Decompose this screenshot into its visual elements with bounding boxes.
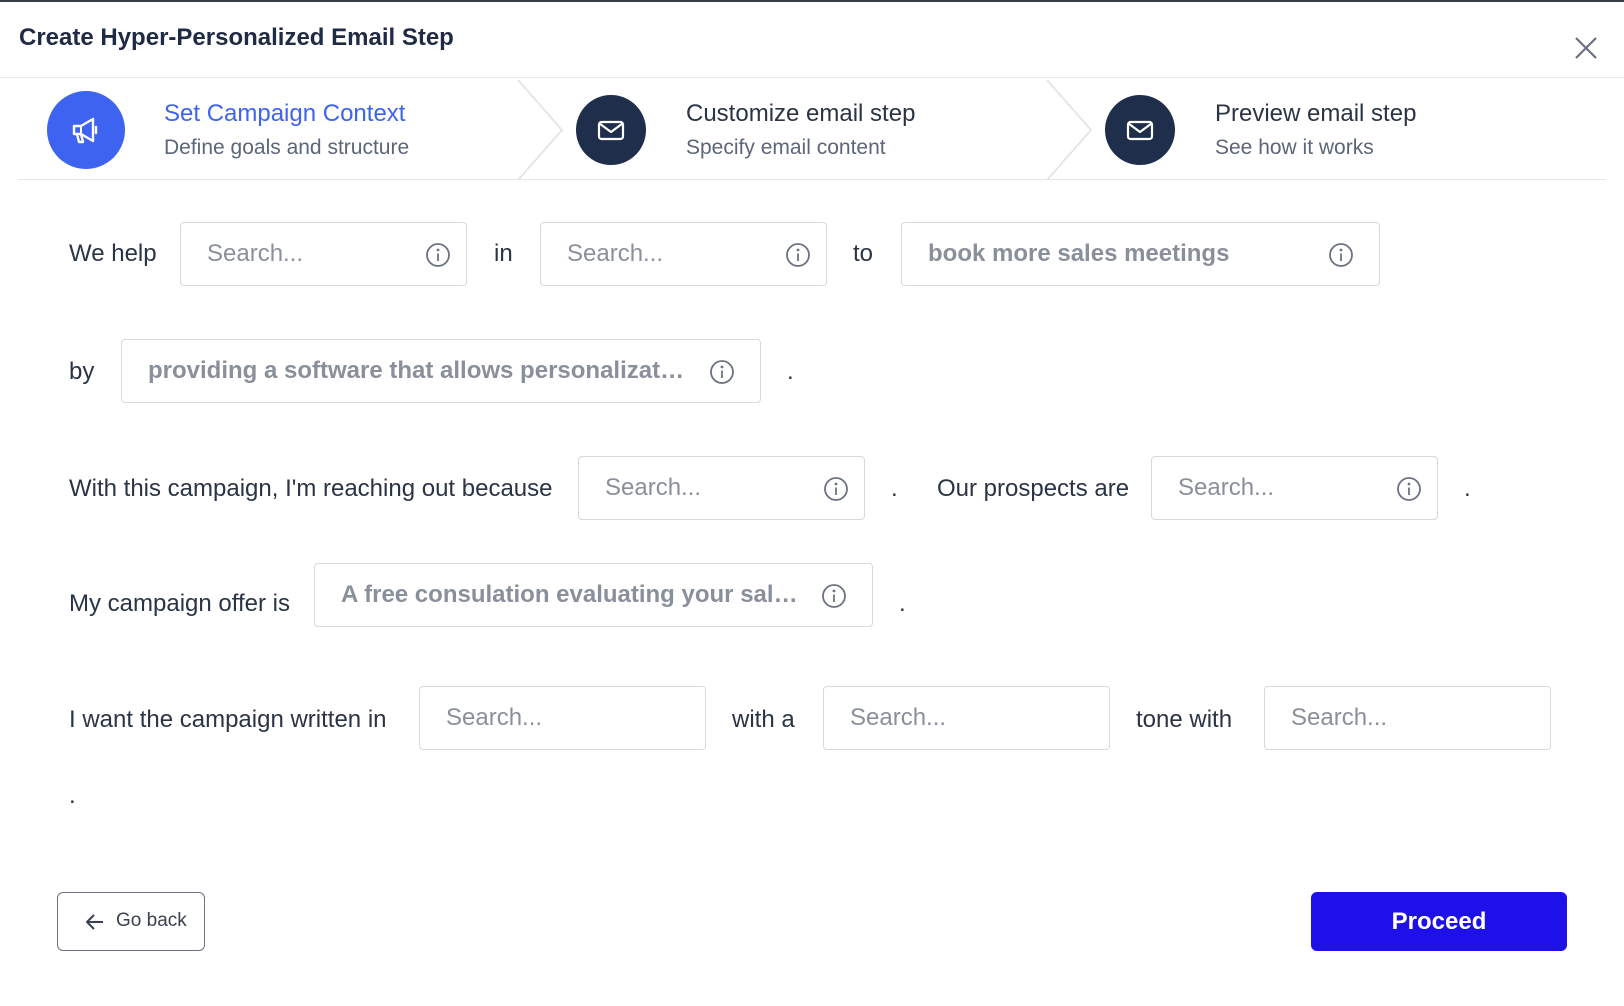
goal-value: book more sales meetings [928, 240, 1230, 267]
offer-input[interactable]: A free consulation evaluating your sale… [314, 563, 873, 627]
close-icon[interactable] [1572, 34, 1600, 62]
style-placeholder: Search... [1291, 704, 1388, 731]
industry-search-input[interactable]: Search... [540, 222, 827, 286]
prospects-search-input[interactable]: Search... [1151, 456, 1438, 520]
industry-placeholder: Search... [567, 240, 664, 267]
modal-header: Create Hyper-Personalized Email Step [0, 2, 1624, 78]
info-icon[interactable] [823, 476, 849, 502]
step-2-title: Customize email step [686, 100, 916, 127]
to-label: to [853, 240, 874, 267]
period: . [1464, 475, 1471, 502]
stepper: Set Campaign Context Define goals and st… [18, 80, 1606, 180]
reason-search-input[interactable]: Search... [578, 456, 865, 520]
step-customize-email[interactable]: Customize email step Specify email conte… [576, 80, 1046, 180]
info-icon[interactable] [785, 242, 811, 268]
prospects-are-label: Our prospects are [937, 475, 1130, 502]
info-icon[interactable] [1396, 476, 1422, 502]
period: . [69, 782, 76, 809]
go-back-label: Go back [116, 910, 187, 931]
tone-placeholder: Search... [850, 704, 947, 731]
by-label: by [69, 358, 95, 385]
period: . [787, 358, 794, 385]
prospects-placeholder: Search... [1178, 474, 1275, 501]
info-icon[interactable] [425, 242, 451, 268]
language-placeholder: Search... [446, 704, 543, 731]
modal-title: Create Hyper-Personalized Email Step [19, 24, 454, 51]
step-1-circle [47, 91, 125, 169]
step-3-circle [1105, 95, 1175, 165]
info-icon[interactable] [1328, 242, 1354, 268]
audience-search-input[interactable]: Search... [180, 222, 467, 286]
step-3-title: Preview email step [1215, 100, 1417, 127]
info-icon[interactable] [709, 359, 735, 385]
envelope-icon [1126, 120, 1154, 141]
offer-value: A free consulation evaluating your sale… [341, 581, 801, 608]
tone-search-input[interactable]: Search... [823, 686, 1110, 750]
offer-is-label: My campaign offer is [69, 590, 290, 617]
step-preview-email[interactable]: Preview email step See how it works [1105, 80, 1575, 180]
info-icon[interactable] [821, 583, 847, 609]
step-1-title: Set Campaign Context [164, 100, 406, 127]
arrow-left-icon [86, 914, 103, 930]
reason-placeholder: Search... [605, 474, 702, 501]
step-3-subtitle: See how it works [1215, 136, 1374, 159]
method-input[interactable]: providing a software that allows persona… [121, 339, 761, 403]
proceed-button[interactable]: Proceed [1311, 892, 1567, 951]
megaphone-icon [72, 117, 98, 144]
step-separator [1046, 80, 1093, 180]
tone-with-label: tone with [1136, 706, 1233, 733]
step-2-subtitle: Specify email content [686, 136, 886, 159]
style-search-input[interactable]: Search... [1264, 686, 1551, 750]
with-a-label: with a [732, 706, 795, 733]
step-separator [517, 80, 564, 180]
method-value: providing a software that allows persona… [148, 357, 688, 384]
go-back-button[interactable]: Go back [57, 892, 205, 951]
goal-input[interactable]: book more sales meetings [901, 222, 1380, 286]
in-label: in [494, 240, 513, 267]
step-2-circle [576, 95, 646, 165]
written-in-label: I want the campaign written in [69, 706, 387, 733]
step-set-campaign-context[interactable]: Set Campaign Context Define goals and st… [47, 80, 517, 180]
we-help-label: We help [69, 240, 157, 267]
period: . [891, 475, 898, 502]
step-1-subtitle: Define goals and structure [164, 136, 410, 159]
period: . [899, 590, 906, 617]
reaching-out-label: With this campaign, I'm reaching out bec… [69, 475, 553, 502]
audience-placeholder: Search... [207, 240, 304, 267]
envelope-icon [597, 120, 625, 141]
language-search-input[interactable]: Search... [419, 686, 706, 750]
